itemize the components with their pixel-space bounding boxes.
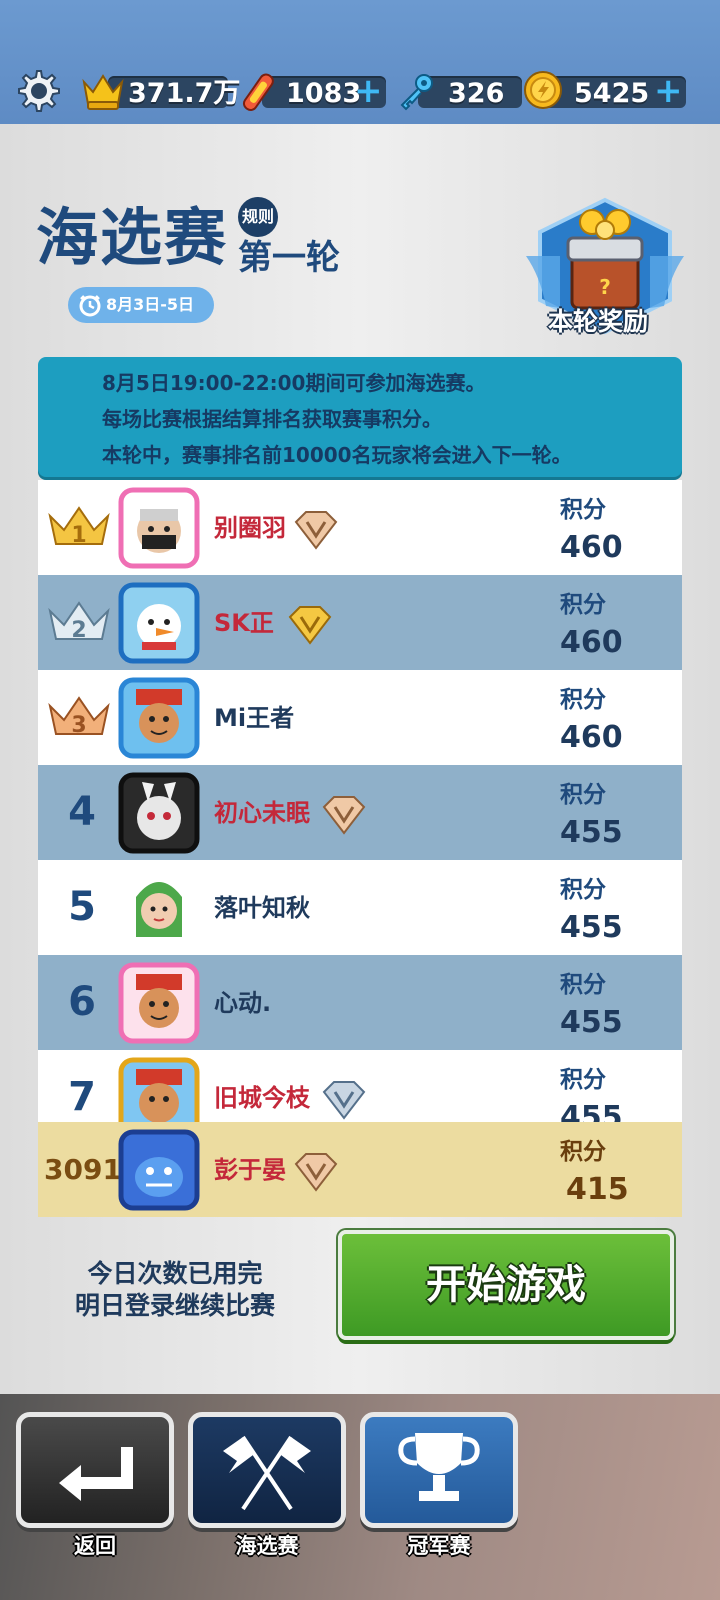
attempts-message: 今日次数已用完 明日登录继续比赛 xyxy=(40,1258,310,1322)
qualifier-tab[interactable] xyxy=(188,1412,346,1528)
score-value: 455 xyxy=(560,1100,623,1122)
avatar[interactable] xyxy=(118,1057,200,1122)
rules-button[interactable]: 规则 xyxy=(238,197,278,237)
info-line-2: 每场比赛根据结算排名获取赛事积分。 xyxy=(102,407,442,431)
start-game-button[interactable]: 开始游戏 xyxy=(338,1230,674,1340)
championship-tab[interactable] xyxy=(360,1412,518,1528)
diamond-badge-icon xyxy=(294,1153,338,1192)
reward-label: 本轮奖励 xyxy=(548,307,649,336)
back-label: 返回 xyxy=(74,1534,116,1558)
score-label: 积分 xyxy=(560,592,606,618)
avatar[interactable] xyxy=(118,962,200,1044)
hoverboard-icon xyxy=(242,73,274,112)
crown-icon xyxy=(82,74,124,110)
coin-plus-button[interactable]: + xyxy=(654,74,683,108)
return-arrow-icon xyxy=(59,1447,133,1501)
diamond-badge-icon xyxy=(322,796,366,835)
crossed-flags-icon xyxy=(223,1435,311,1511)
svg-text:3: 3 xyxy=(71,713,86,738)
rank-number: 5 xyxy=(68,884,96,930)
svg-text:?: ? xyxy=(599,275,611,299)
avatar[interactable] xyxy=(118,582,200,664)
score-label: 积分 xyxy=(560,972,606,998)
score-label: 积分 xyxy=(560,1139,606,1165)
my-rank-row[interactable]: 3091 彭于晏 积分 415 xyxy=(38,1122,682,1217)
info-line-1: 8月5日19:00-22:00期间可参加海选赛。 xyxy=(102,371,486,395)
avatar[interactable] xyxy=(118,487,200,569)
back-button[interactable] xyxy=(16,1412,174,1528)
board-value: 1083 xyxy=(286,78,362,109)
score-value: 455 xyxy=(560,815,623,850)
my-rank-number: 3091 xyxy=(44,1153,122,1186)
score-value: 460 xyxy=(560,720,623,755)
avatar[interactable] xyxy=(118,867,200,949)
crown-value: 371.7万 xyxy=(128,78,241,109)
player-name: 彭于晏 xyxy=(214,1156,286,1184)
avatar[interactable] xyxy=(118,772,200,854)
player-name: 旧城今枝 xyxy=(214,1084,310,1112)
player-name: 初心未眠 xyxy=(214,799,310,827)
leaderboard-row[interactable]: 6 心动. 积分 455 xyxy=(38,955,682,1050)
bronze-crown-icon: 3 xyxy=(48,696,110,738)
round-subtitle: 第一轮 xyxy=(238,238,340,278)
info-line-3: 本轮中，赛事排名前10000名玩家将会进入下一轮。 xyxy=(102,443,572,467)
championship-label: 冠军赛 xyxy=(407,1534,471,1558)
message-line-2: 明日登录继续比赛 xyxy=(74,1291,275,1320)
rank-number: 4 xyxy=(68,789,96,835)
player-name: 心动. xyxy=(214,989,272,1017)
score-label: 积分 xyxy=(560,687,606,713)
score-value: 460 xyxy=(560,625,623,660)
avatar[interactable] xyxy=(118,1129,200,1211)
player-name: 别圈羽 xyxy=(214,514,286,542)
key-value: 326 xyxy=(448,78,505,109)
leaderboard-row[interactable]: 1 别圈羽 积分 460 xyxy=(38,480,682,575)
silver-crown-icon: 2 xyxy=(48,601,110,643)
qualifier-label: 海选赛 xyxy=(235,1534,299,1558)
diamond-badge-icon xyxy=(294,511,338,550)
leaderboard-row[interactable]: 2 SK正 积分 460 xyxy=(38,575,682,670)
message-line-1: 今日次数已用完 xyxy=(87,1259,263,1288)
info-box: 8月5日19:00-22:00期间可参加海选赛。 每场比赛根据结算排名获取赛事积… xyxy=(38,357,682,477)
score-label: 积分 xyxy=(560,1067,606,1093)
gold-badge-icon xyxy=(288,606,332,645)
coin-icon xyxy=(524,71,562,109)
score-value: 415 xyxy=(566,1172,629,1207)
rank-number: 7 xyxy=(68,1074,96,1120)
gold-crown-icon: 1 xyxy=(48,506,110,548)
player-name: Mi王者 xyxy=(214,704,295,732)
player-name: SK正 xyxy=(214,609,274,637)
score-value: 460 xyxy=(560,530,623,565)
svg-text:1: 1 xyxy=(71,523,86,548)
score-label: 积分 xyxy=(560,782,606,808)
gear-icon[interactable] xyxy=(16,68,62,114)
avatar[interactable] xyxy=(118,677,200,759)
coin-value: 5425 xyxy=(574,78,650,109)
page-title: 海选赛 xyxy=(36,201,229,274)
leaderboard-row[interactable]: 7 旧城今枝 积分 455 xyxy=(38,1050,682,1122)
leaderboard-row[interactable]: 3 Mi王者 积分 460 xyxy=(38,670,682,765)
rank-number: 6 xyxy=(68,979,96,1025)
score-value: 455 xyxy=(560,1005,623,1040)
leaderboard-row[interactable]: 5 落叶知秋 积分 455 xyxy=(38,860,682,955)
score-value: 455 xyxy=(560,910,623,945)
silver-badge-icon xyxy=(322,1081,366,1120)
player-name: 落叶知秋 xyxy=(214,894,310,922)
svg-text:2: 2 xyxy=(71,618,86,643)
clock-icon xyxy=(79,295,101,317)
trophy-icon xyxy=(398,1433,480,1501)
score-label: 积分 xyxy=(560,877,606,903)
key-icon xyxy=(400,74,433,111)
leaderboard-row[interactable]: 4 初心未眠 积分 455 xyxy=(38,765,682,860)
resource-bar: 371.7万 1083 + 326 5425 + xyxy=(0,68,720,114)
score-label: 积分 xyxy=(560,497,606,523)
board-plus-button[interactable]: + xyxy=(354,74,383,108)
